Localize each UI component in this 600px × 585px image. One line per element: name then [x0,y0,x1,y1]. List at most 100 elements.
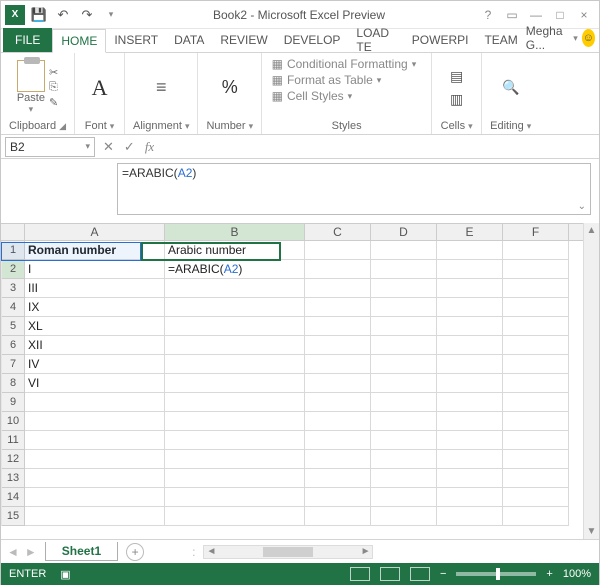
cell-D6[interactable] [371,336,437,355]
row-header-7[interactable]: 7 [2,355,24,374]
cell-F9[interactable] [503,393,569,412]
cell-A5[interactable]: XL [25,317,165,336]
zoom-value[interactable]: 100% [563,568,591,580]
col-header-B[interactable]: B [165,224,305,240]
view-pagelayout-icon[interactable] [380,567,400,581]
ribbon-options-icon[interactable]: ▭ [501,5,523,25]
cell-C9[interactable] [305,393,371,412]
cell-C14[interactable] [305,488,371,507]
row-header-8[interactable]: 8 [2,374,24,393]
row-header-13[interactable]: 13 [2,469,24,488]
close-icon[interactable]: × [573,5,595,25]
cut-icon[interactable]: ✂ [49,66,58,79]
cell-A6[interactable]: XII [25,336,165,355]
cell-D3[interactable] [371,279,437,298]
row-header-5[interactable]: 5 [2,317,24,336]
clipboard-launcher-icon[interactable]: ◢ [59,121,66,132]
cell-C8[interactable] [305,374,371,393]
format-painter-icon[interactable]: ✎ [49,96,58,109]
tab-insert[interactable]: INSERT [106,28,166,52]
account-menu-icon[interactable]: ▾ [573,33,578,44]
cell-D1[interactable] [371,241,437,260]
cell-C5[interactable] [305,317,371,336]
paste-button[interactable]: Paste [17,92,45,104]
new-sheet-icon[interactable]: + [126,543,144,561]
delete-cells-icon[interactable]: ▥ [450,91,463,108]
cell-D5[interactable] [371,317,437,336]
formula-bar[interactable]: =ARABIC(A2) ⌄ [117,163,591,215]
cell-E12[interactable] [437,450,503,469]
cell-D7[interactable] [371,355,437,374]
macro-record-icon[interactable]: ▣ [60,568,70,581]
cell-E9[interactable] [437,393,503,412]
font-menu-icon[interactable]: ▾ [110,121,115,132]
cell-F3[interactable] [503,279,569,298]
tab-team[interactable]: TEAM [476,28,525,52]
select-all-corner[interactable] [1,223,25,241]
insert-cells-icon[interactable]: ▤ [450,68,463,85]
cell-B6[interactable] [165,336,305,355]
cell-F13[interactable] [503,469,569,488]
cell-C11[interactable] [305,431,371,450]
maximize-icon[interactable]: □ [549,5,571,25]
cell-A10[interactable] [25,412,165,431]
col-header-C[interactable]: C [305,224,371,240]
tab-loadte[interactable]: LOAD TE [348,28,403,52]
horizontal-scrollbar[interactable]: ◄ ► [203,545,373,559]
cell-F14[interactable] [503,488,569,507]
alignment-menu-icon[interactable]: ▾ [185,121,190,132]
cell-D2[interactable] [371,260,437,279]
row-header-9[interactable]: 9 [2,393,24,412]
cell-A15[interactable] [25,507,165,526]
cell-A9[interactable] [25,393,165,412]
cell-styles-button[interactable]: ▦Cell Styles▾ [272,89,422,103]
col-header-A[interactable]: A [25,224,165,240]
cell-B3[interactable] [165,279,305,298]
find-icon[interactable]: 🔍 [502,79,519,96]
col-header-F[interactable]: F [503,224,569,240]
row-header-4[interactable]: 4 [2,298,24,317]
tab-data[interactable]: DATA [166,28,212,52]
row-header-6[interactable]: 6 [2,336,24,355]
cell-D15[interactable] [371,507,437,526]
zoom-slider[interactable] [456,572,536,576]
account-name[interactable]: Megha G... [526,24,569,52]
cell-E6[interactable] [437,336,503,355]
hscroll-thumb[interactable] [263,547,313,557]
cell-E4[interactable] [437,298,503,317]
cell-B15[interactable] [165,507,305,526]
cell-A12[interactable] [25,450,165,469]
cell-C7[interactable] [305,355,371,374]
row-header-10[interactable]: 10 [2,412,24,431]
cell-D11[interactable] [371,431,437,450]
format-as-table-button[interactable]: ▦Format as Table▾ [272,73,422,87]
view-normal-icon[interactable] [350,567,370,581]
scroll-left-icon[interactable]: ◄ [206,546,216,557]
paste-menu-icon[interactable]: ▾ [29,104,34,115]
tab-home[interactable]: HOME [52,29,106,53]
col-header-D[interactable]: D [371,224,437,240]
cell-C10[interactable] [305,412,371,431]
cell-A11[interactable] [25,431,165,450]
redo-icon[interactable]: ↷ [77,5,97,25]
sheet-nav-next-icon[interactable]: ► [25,545,37,559]
copy-icon[interactable]: ⎘ [49,81,58,94]
cell-A2[interactable]: I [25,260,165,279]
enter-formula-icon[interactable]: ✓ [124,139,135,155]
view-pagebreak-icon[interactable] [410,567,430,581]
cell-B13[interactable] [165,469,305,488]
cell-E1[interactable] [437,241,503,260]
cell-D4[interactable] [371,298,437,317]
cell-F11[interactable] [503,431,569,450]
cell-A14[interactable] [25,488,165,507]
cell-C12[interactable] [305,450,371,469]
cell-E13[interactable] [437,469,503,488]
qat-customize-icon[interactable]: ▾ [101,5,121,25]
font-icon[interactable]: A [92,75,108,101]
cell-F15[interactable] [503,507,569,526]
cell-F10[interactable] [503,412,569,431]
cell-E11[interactable] [437,431,503,450]
cell-E8[interactable] [437,374,503,393]
fx-icon[interactable]: fx [145,139,154,155]
save-icon[interactable]: 💾 [29,5,49,25]
